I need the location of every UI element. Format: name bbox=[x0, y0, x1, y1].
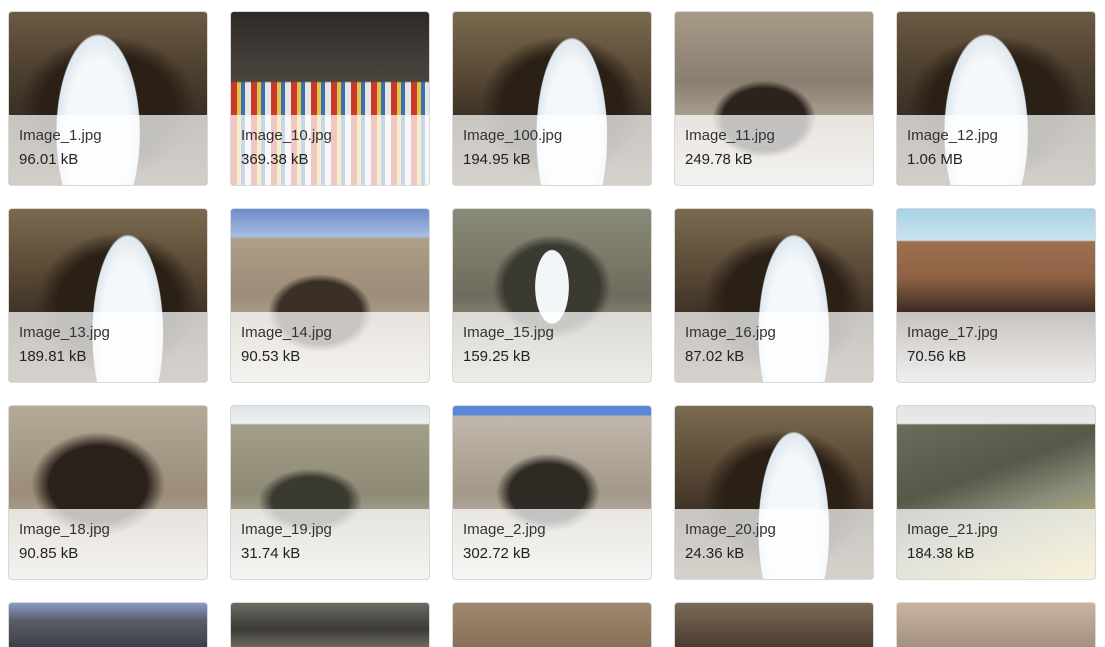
file-size: 159.25 kB bbox=[463, 348, 531, 365]
file-info-overlay: Image_100.jpg 194.95 kB bbox=[453, 115, 651, 185]
file-info-overlay: Image_10.jpg 369.38 kB bbox=[231, 115, 429, 185]
file-name: Image_1.jpg bbox=[19, 127, 102, 144]
file-info-overlay: Image_18.jpg 90.85 kB bbox=[9, 509, 207, 579]
file-info-overlay: Image_13.jpg 189.81 kB bbox=[9, 312, 207, 382]
file-info-overlay: Image_15.jpg 159.25 kB bbox=[453, 312, 651, 382]
file-name: Image_13.jpg bbox=[19, 324, 110, 341]
file-name: Image_2.jpg bbox=[463, 521, 546, 538]
file-tile[interactable]: Image_14.jpg 90.53 kB bbox=[230, 208, 430, 383]
file-size: 194.95 kB bbox=[463, 151, 531, 168]
file-tile[interactable]: Image_15.jpg 159.25 kB bbox=[452, 208, 652, 383]
file-name: Image_18.jpg bbox=[19, 521, 110, 538]
file-name: Image_15.jpg bbox=[463, 324, 554, 341]
image-thumbnail bbox=[453, 603, 651, 647]
image-thumbnail bbox=[897, 603, 1095, 647]
file-size: 184.38 kB bbox=[907, 545, 975, 562]
file-tile[interactable]: Image_11.jpg 249.78 kB bbox=[674, 11, 874, 186]
file-size: 369.38 kB bbox=[241, 151, 309, 168]
file-tile[interactable]: Image_10.jpg 369.38 kB bbox=[230, 11, 430, 186]
file-info-overlay: Image_17.jpg 70.56 kB bbox=[897, 312, 1095, 382]
file-info-overlay: Image_12.jpg 1.06 MB bbox=[897, 115, 1095, 185]
file-tile[interactable]: Image_100.jpg 194.95 kB bbox=[452, 11, 652, 186]
image-thumbnail bbox=[675, 603, 873, 647]
file-name: Image_14.jpg bbox=[241, 324, 332, 341]
file-name: Image_10.jpg bbox=[241, 127, 332, 144]
file-size: 87.02 kB bbox=[685, 348, 745, 365]
image-thumbnail bbox=[231, 603, 429, 647]
file-tile[interactable] bbox=[452, 602, 652, 647]
file-tile[interactable] bbox=[230, 602, 430, 647]
file-size: 249.78 kB bbox=[685, 151, 753, 168]
file-size: 96.01 kB bbox=[19, 151, 79, 168]
file-info-overlay: Image_14.jpg 90.53 kB bbox=[231, 312, 429, 382]
file-size: 90.53 kB bbox=[241, 348, 301, 365]
file-name: Image_17.jpg bbox=[907, 324, 998, 341]
file-name: Image_11.jpg bbox=[685, 127, 775, 144]
file-size: 31.74 kB bbox=[241, 545, 301, 562]
file-info-overlay: Image_1.jpg 96.01 kB bbox=[9, 115, 207, 185]
file-name: Image_20.jpg bbox=[685, 521, 776, 538]
file-info-overlay: Image_16.jpg 87.02 kB bbox=[675, 312, 873, 382]
file-tile[interactable]: Image_18.jpg 90.85 kB bbox=[8, 405, 208, 580]
file-name: Image_16.jpg bbox=[685, 324, 776, 341]
file-info-overlay: Image_20.jpg 24.36 kB bbox=[675, 509, 873, 579]
file-size: 90.85 kB bbox=[19, 545, 79, 562]
file-size: 189.81 kB bbox=[19, 348, 87, 365]
file-tile[interactable]: Image_2.jpg 302.72 kB bbox=[452, 405, 652, 580]
file-size: 70.56 kB bbox=[907, 348, 967, 365]
file-tile[interactable]: Image_21.jpg 184.38 kB bbox=[896, 405, 1096, 580]
file-tile[interactable] bbox=[674, 602, 874, 647]
file-tile[interactable]: Image_17.jpg 70.56 kB bbox=[896, 208, 1096, 383]
file-name: Image_21.jpg bbox=[907, 521, 998, 538]
file-tile[interactable]: Image_19.jpg 31.74 kB bbox=[230, 405, 430, 580]
file-info-overlay: Image_19.jpg 31.74 kB bbox=[231, 509, 429, 579]
file-size: 24.36 kB bbox=[685, 545, 745, 562]
file-size: 1.06 MB bbox=[907, 151, 963, 168]
file-tile[interactable]: Image_20.jpg 24.36 kB bbox=[674, 405, 874, 580]
file-tile[interactable] bbox=[896, 602, 1096, 647]
image-thumbnail bbox=[9, 603, 207, 647]
image-gallery-grid: Image_1.jpg 96.01 kB Image_10.jpg 369.38 kB… bbox=[0, 0, 1105, 647]
file-name: Image_12.jpg bbox=[907, 127, 998, 144]
file-info-overlay: Image_2.jpg 302.72 kB bbox=[453, 509, 651, 579]
file-info-overlay: Image_11.jpg 249.78 kB bbox=[675, 115, 873, 185]
file-tile[interactable]: Image_13.jpg 189.81 kB bbox=[8, 208, 208, 383]
file-info-overlay: Image_21.jpg 184.38 kB bbox=[897, 509, 1095, 579]
file-name: Image_100.jpg bbox=[463, 127, 563, 144]
file-tile[interactable]: Image_12.jpg 1.06 MB bbox=[896, 11, 1096, 186]
file-name: Image_19.jpg bbox=[241, 521, 332, 538]
file-tile[interactable]: Image_16.jpg 87.02 kB bbox=[674, 208, 874, 383]
file-size: 302.72 kB bbox=[463, 545, 531, 562]
file-tile[interactable]: Image_1.jpg 96.01 kB bbox=[8, 11, 208, 186]
file-tile[interactable] bbox=[8, 602, 208, 647]
